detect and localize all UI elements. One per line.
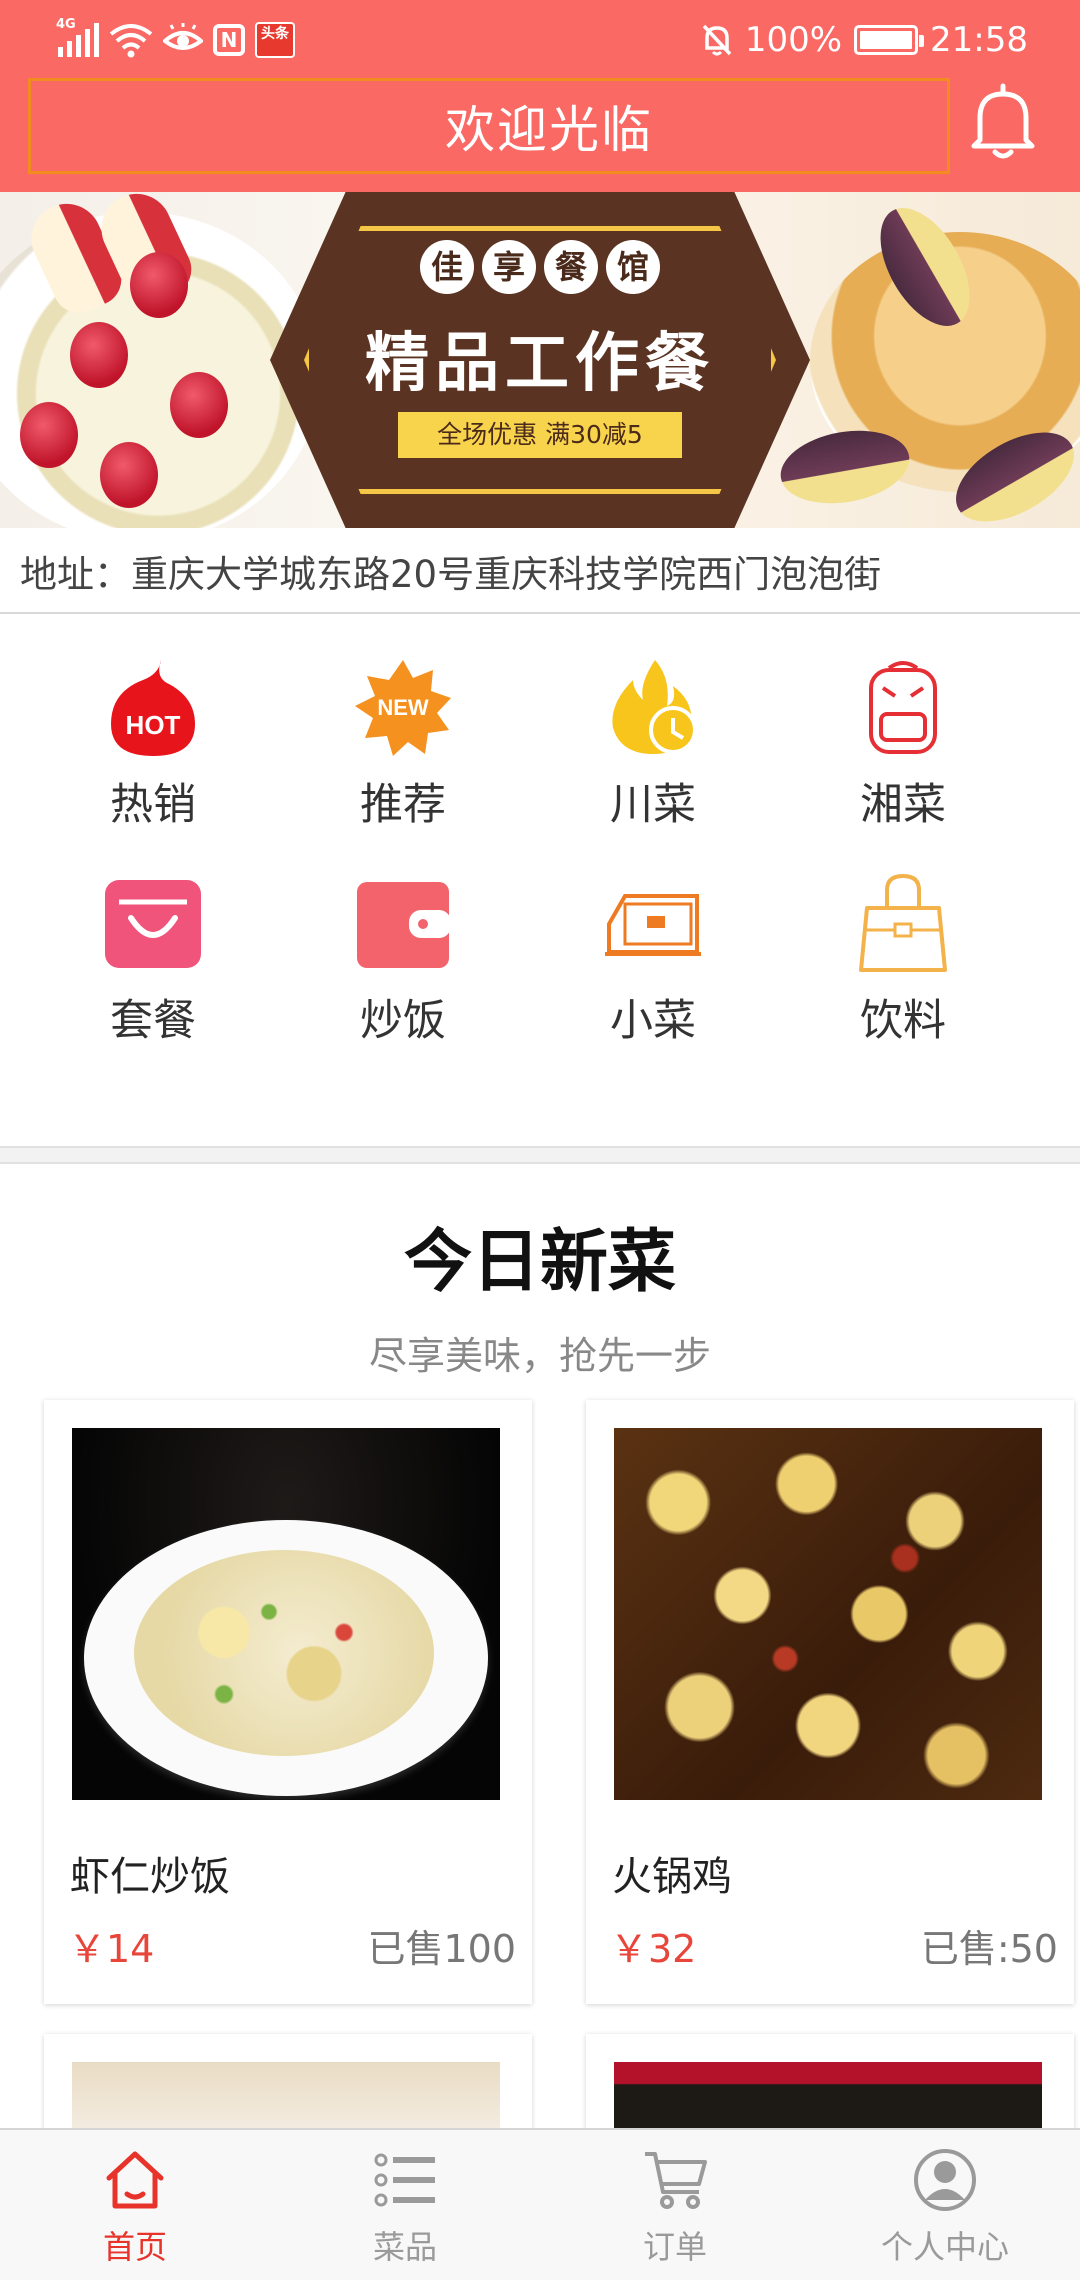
category-drinks[interactable]: 饮料 [778, 856, 1028, 1056]
eye-icon [163, 23, 203, 50]
tab-label: 菜品 [372, 2228, 437, 2266]
new-icon: NEW [355, 660, 451, 756]
title-box: 欢迎光临 [28, 78, 950, 174]
banner-promo: 全场优惠 满30减5 [398, 412, 682, 458]
dish-card-hotpot-chicken[interactable]: 火锅鸡 ￥32 已售:50 [586, 1400, 1074, 2004]
status-bar: 4G N 头条 100% 21:58 [0, 0, 1080, 80]
dish-price: ￥14 [68, 1927, 155, 1971]
category-sichuan[interactable]: 川菜 [528, 640, 778, 840]
tab-label: 订单 [642, 2228, 707, 2266]
dish-photo [614, 1428, 1042, 1800]
bottom-tab-bar: 首页 菜品 订单 个人中心 [0, 2128, 1080, 2280]
wallet-icon [357, 882, 451, 968]
purse-icon [605, 894, 701, 956]
category-hot[interactable]: HOT 热销 [28, 640, 278, 840]
tab-label: 个人中心 [880, 2228, 1009, 2266]
section-subtitle: 尽享美味，抢先一步 [368, 1334, 711, 1378]
page-title: 欢迎光临 [445, 101, 653, 159]
category-label: 湘菜 [860, 780, 946, 830]
category-hunan[interactable]: 湘菜 [778, 640, 1028, 840]
dish-sold-count: 已售:50 [920, 1927, 1058, 1971]
network-type: 4G [56, 17, 76, 32]
bell-icon[interactable] [968, 80, 1038, 162]
category-recommend[interactable]: NEW 推荐 [278, 640, 528, 840]
basket-icon [105, 880, 201, 968]
promo-banner[interactable]: 佳 享 餐 馆 精品工作餐 全场优惠 满30减5 [0, 192, 1080, 528]
category-combo[interactable]: 套餐 [28, 856, 278, 1056]
category-label: 饮料 [860, 996, 946, 1046]
dish-photo [72, 1428, 500, 1800]
backpack-icon [869, 661, 937, 754]
dish-card-shrimp-fried-rice[interactable]: 虾仁炒饭 ￥14 已售100 [44, 1400, 532, 2004]
clock: 21:58 [930, 20, 1028, 60]
svg-text:HOT: HOT [126, 710, 181, 740]
app-screen: 4G N 头条 100% 21:58 欢迎光临 佳 享 餐 馆 精品工作餐 全场… [0, 0, 1080, 2280]
signal-icon: 4G [56, 17, 99, 57]
category-label: 小菜 [610, 996, 696, 1046]
section-divider [0, 1146, 1080, 1164]
category-label: 套餐 [110, 996, 196, 1046]
restaurant-name: 佳 享 餐 馆 [420, 240, 660, 294]
list-icon [374, 2153, 435, 2207]
tab-dishes[interactable]: 菜品 [270, 2130, 540, 2280]
category-fried-rice[interactable]: 炒饭 [278, 856, 528, 1056]
dish-price: ￥32 [610, 1927, 697, 1971]
dish-name: 虾仁炒饭 [70, 1854, 230, 1900]
battery-percent: 100% [744, 20, 843, 60]
cart-icon [645, 2152, 707, 2209]
tab-orders[interactable]: 订单 [540, 2130, 810, 2280]
dish-sold-count: 已售100 [367, 1927, 516, 1971]
category-side-dish[interactable]: 小菜 [528, 856, 778, 1056]
tab-label: 首页 [102, 2228, 167, 2266]
restaurant-badge: 佳 享 餐 馆 精品工作餐 全场优惠 满30减5 [270, 192, 810, 528]
banner-headline: 精品工作餐 [365, 326, 715, 401]
dish-name: 火锅鸡 [612, 1854, 732, 1900]
section-title: 今日新菜 [403, 1223, 676, 1302]
category-label: 炒饭 [360, 996, 446, 1046]
tab-home[interactable]: 首页 [0, 2130, 270, 2280]
hot-icon: HOT [111, 660, 195, 756]
handbag-icon [859, 874, 947, 972]
category-label: 川菜 [610, 780, 696, 830]
category-grid: HOT 热销 NEW 推荐 川菜 湘菜 套餐 炒饭 小菜 饮料 [0, 640, 1080, 1140]
home-icon [106, 2151, 164, 2209]
flame-icon [612, 660, 697, 754]
battery-icon [854, 25, 925, 55]
wifi-icon [109, 24, 153, 58]
user-icon [914, 2149, 976, 2211]
svg-text:NEW: NEW [377, 695, 429, 720]
nfc-icon: N [213, 24, 245, 56]
news-app-icon: 头条 [255, 22, 295, 58]
category-label: 推荐 [360, 780, 446, 830]
address-text: 地址：重庆大学城东路20号重庆科技学院西门泡泡街 [0, 528, 1080, 614]
top-bar: 4G N 头条 100% 21:58 欢迎光临 [0, 0, 1080, 192]
mute-bell-icon [702, 24, 732, 56]
category-label: 热销 [110, 780, 196, 830]
tab-profile[interactable]: 个人中心 [810, 2130, 1080, 2280]
